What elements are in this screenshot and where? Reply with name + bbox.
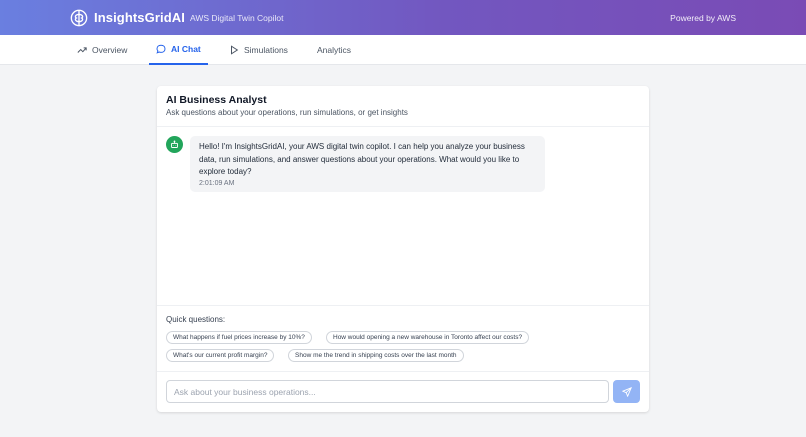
quick-question-chip[interactable]: How would opening a new warehouse in Tor… [326,331,530,344]
chat-card-header: AI Business Analyst Ask questions about … [157,86,649,127]
app-header: InsightsGridAI AWS Digital Twin Copilot … [0,0,806,35]
tab-label: AI Chat [171,44,201,54]
powered-by-label: Powered by AWS [670,12,736,23]
chat-card: AI Business Analyst Ask questions about … [157,86,649,412]
trending-up-icon [77,47,87,53]
chat-subtitle: Ask questions about your operations, run… [166,108,408,117]
chat-title: AI Business Analyst [166,94,267,106]
quick-question-chip[interactable]: What happens if fuel prices increase by … [166,331,312,344]
assistant-avatar [166,136,183,153]
send-icon [621,386,632,397]
assistant-message: Hello! I'm InsightsGridAI, your AWS digi… [190,136,545,192]
tab-analytics[interactable]: Analytics [317,35,351,65]
main-nav: Overview AI Chat Simulations Analytics [0,35,806,65]
quick-questions-panel: Quick questions: What happens if fuel pr… [157,305,649,371]
play-icon [231,45,239,55]
tab-label: Simulations [244,45,288,55]
brain-logo-icon [70,9,88,27]
send-button[interactable] [613,380,640,403]
tab-label: Overview [92,45,128,55]
tab-simulations[interactable]: Simulations [229,35,288,65]
tab-label: Analytics [317,45,352,55]
bot-icon [171,140,178,148]
chat-input-row [157,371,649,412]
message-timestamp: 2:01:09 AM [199,179,235,187]
quick-question-chip[interactable]: What's our current profit margin? [166,349,275,362]
brand-tagline: AWS Digital Twin Copilot [189,12,284,23]
chat-bubble-icon [156,44,166,54]
tab-ai-chat[interactable]: AI Chat [149,35,208,65]
tab-overview[interactable]: Overview [77,35,127,65]
quick-questions-label: Quick questions: [166,315,226,324]
chat-input[interactable] [166,380,609,403]
message-text: Hello! I'm InsightsGridAI, your AWS digi… [199,142,525,177]
quick-question-chip[interactable]: Show me the trend in shipping costs over… [288,349,464,362]
brand-name: InsightsGridAI [94,10,185,25]
